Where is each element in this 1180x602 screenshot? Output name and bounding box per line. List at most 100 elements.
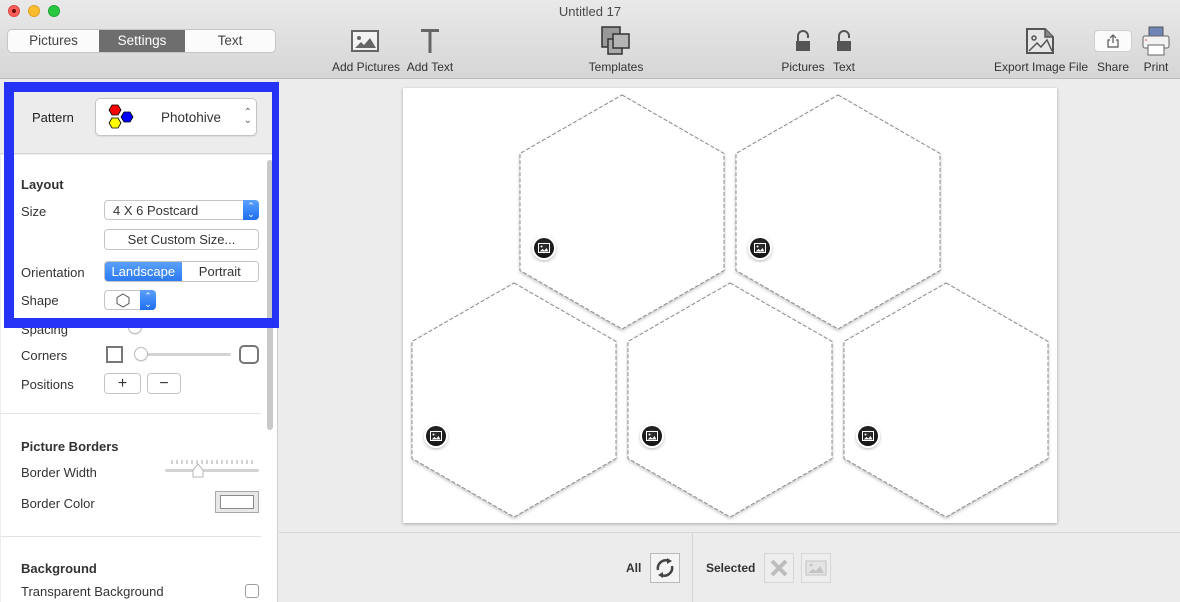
picture-icon xyxy=(805,560,827,576)
select-arrows-icon: ⌃ ⌄ xyxy=(140,290,156,310)
set-custom-size-button[interactable]: Set Custom Size... xyxy=(104,229,259,250)
rounded-corner-icon xyxy=(239,345,259,364)
tab-settings[interactable]: Settings xyxy=(99,30,185,52)
lock-text-button[interactable]: Text xyxy=(828,24,860,74)
print-label: Print xyxy=(1143,60,1169,74)
size-value: 4 X 6 Postcard xyxy=(113,203,199,218)
text-t-icon xyxy=(404,24,456,58)
lock-pictures-button[interactable]: Pictures xyxy=(780,24,826,74)
lock-pictures-label: Pictures xyxy=(781,60,825,74)
bottom-bar: All Selected xyxy=(279,532,1180,602)
add-position-button[interactable]: + xyxy=(104,373,141,394)
hexagon-cell-outline[interactable] xyxy=(627,282,833,518)
orientation-landscape[interactable]: Landscape xyxy=(105,262,182,281)
remove-selected-button[interactable] xyxy=(764,553,794,583)
hexagon-cell-outline[interactable] xyxy=(519,94,725,330)
positions-label: Positions xyxy=(21,377,74,392)
templates-icon xyxy=(586,24,646,58)
spacing-slider-knob[interactable] xyxy=(128,320,142,334)
border-color-label: Border Color xyxy=(21,496,95,511)
add-pictures-button[interactable]: Add Pictures xyxy=(332,24,401,74)
spacing-label: Spacing xyxy=(21,322,68,337)
all-label: All xyxy=(626,561,642,575)
toolbar: Untitled 17 Pictures Settings Text Add P… xyxy=(0,0,1180,79)
add-photo-badge-icon[interactable] xyxy=(856,424,880,448)
add-photo-badge-icon[interactable] xyxy=(424,424,448,448)
border-color-well[interactable] xyxy=(215,491,259,513)
border-color-swatch xyxy=(220,495,254,509)
bottom-bar-divider xyxy=(692,533,693,602)
tab-pictures[interactable]: Pictures xyxy=(8,30,99,52)
unlock-icon xyxy=(828,24,860,58)
shuffle-all-button[interactable] xyxy=(650,553,680,583)
shape-select[interactable]: ⌃ ⌄ xyxy=(104,290,156,310)
add-photo-badge-icon[interactable] xyxy=(640,424,664,448)
hexagon-cell-outline[interactable] xyxy=(411,282,617,518)
pattern-label: Pattern xyxy=(32,110,74,125)
tab-text[interactable]: Text xyxy=(185,30,275,52)
photo-cell[interactable] xyxy=(411,282,617,518)
selected-label: Selected xyxy=(706,561,756,575)
popup-arrows-icon: ⌃ ⌄ xyxy=(243,107,252,126)
add-pictures-label: Add Pictures xyxy=(332,60,401,74)
window-title: Untitled 17 xyxy=(558,4,622,19)
add-photo-badge-icon[interactable] xyxy=(532,236,556,260)
settings-scroll-panel: Layout Size 4 X 6 Postcard ⌃ ⌄ Set Custom… xyxy=(1,155,277,602)
settings-sidebar: Pattern Photohive ⌃ ⌄ Layout Size 4 X 6 P… xyxy=(0,80,278,602)
export-image-button[interactable]: Export Image File xyxy=(994,24,1089,74)
sidebar-scrollbar[interactable] xyxy=(267,160,273,430)
unlock-icon xyxy=(780,24,826,58)
orientation-label: Orientation xyxy=(21,265,85,280)
share-label: Share xyxy=(1096,60,1130,74)
photo-cell[interactable] xyxy=(519,94,725,330)
photo-cell[interactable] xyxy=(735,94,941,330)
x-delete-icon xyxy=(770,559,788,577)
picture-icon xyxy=(332,24,398,58)
transparent-background-label: Transparent Background xyxy=(21,584,164,599)
square-corner-icon xyxy=(106,346,123,363)
select-arrows-icon: ⌃ ⌄ xyxy=(243,200,259,220)
layout-section-title: Layout xyxy=(21,177,64,192)
size-select[interactable]: 4 X 6 Postcard ⌃ ⌄ xyxy=(104,200,259,220)
postcard-page xyxy=(403,88,1057,523)
printer-icon xyxy=(1140,24,1172,58)
add-photo-badge-icon[interactable] xyxy=(748,236,772,260)
refresh-icon xyxy=(656,558,674,578)
canvas-area xyxy=(279,80,1180,532)
corners-slider[interactable] xyxy=(135,353,231,356)
photohive-pattern-icon xyxy=(108,104,134,129)
photo-cell[interactable] xyxy=(843,282,1049,518)
picture-borders-section-title: Picture Borders xyxy=(21,439,119,454)
section-divider xyxy=(1,413,261,414)
add-text-label: Add Text xyxy=(406,60,454,74)
add-text-button[interactable]: Add Text xyxy=(404,24,456,74)
orientation-portrait[interactable]: Portrait xyxy=(181,262,258,281)
collage-canvas xyxy=(411,94,1049,518)
replace-selected-picture-button[interactable] xyxy=(801,553,831,583)
export-image-icon xyxy=(994,24,1086,58)
hexagon-shape-icon xyxy=(116,293,130,308)
pattern-popup[interactable]: Photohive ⌃ ⌄ xyxy=(95,98,257,136)
corners-label: Corners xyxy=(21,348,68,363)
photo-cell[interactable] xyxy=(627,282,833,518)
size-label: Size xyxy=(21,204,47,219)
pattern-value: Photohive xyxy=(161,110,222,125)
transparent-background-checkbox[interactable] xyxy=(245,584,259,598)
border-width-label: Border Width xyxy=(21,465,97,480)
border-width-slider[interactable] xyxy=(164,458,260,482)
export-image-label: Export Image File xyxy=(994,60,1089,74)
hexagon-cell-outline[interactable] xyxy=(735,94,941,330)
hexagon-cell-outline[interactable] xyxy=(843,282,1049,518)
print-button[interactable]: Print xyxy=(1140,24,1172,74)
orientation-control: Landscape Portrait xyxy=(104,261,259,282)
share-icon xyxy=(1094,30,1132,52)
share-button[interactable]: Share xyxy=(1094,24,1132,74)
lock-text-label: Text xyxy=(832,60,855,74)
remove-position-button[interactable]: − xyxy=(147,373,181,394)
corners-slider-knob[interactable] xyxy=(134,347,148,361)
app-window: Untitled 17 Pictures Settings Text Add P… xyxy=(0,0,1180,602)
templates-button[interactable]: Templates xyxy=(586,24,646,74)
border-width-slider-knob xyxy=(192,463,204,478)
background-section-title: Background xyxy=(21,561,97,576)
shape-label: Shape xyxy=(21,293,59,308)
